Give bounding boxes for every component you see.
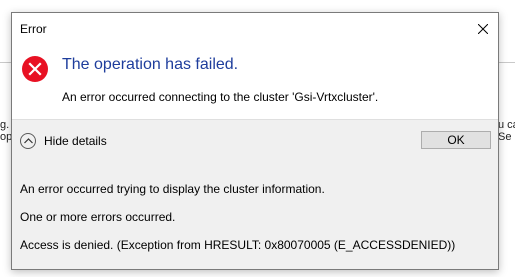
close-button[interactable] <box>468 13 498 45</box>
hide-details-label: Hide details <box>44 134 107 148</box>
background-text-right: Se <box>498 131 512 143</box>
ok-button[interactable]: OK <box>421 131 491 149</box>
close-icon <box>478 24 488 34</box>
background-text-right: u ca <box>498 119 515 131</box>
background-divider <box>497 62 515 63</box>
background-divider <box>0 62 11 63</box>
details-bar: Hide details OK <box>12 119 498 165</box>
title-bar[interactable]: Error <box>12 13 498 46</box>
error-x-circle-icon <box>22 56 48 82</box>
details-pane: An error occurred trying to display the … <box>12 164 498 269</box>
dialog-title: Error <box>20 22 47 36</box>
error-message: An error occurred connecting to the clus… <box>62 90 379 104</box>
chevron-up-icon <box>20 133 36 149</box>
error-heading: The operation has failed. <box>62 56 239 73</box>
hide-details-toggle[interactable]: Hide details <box>20 132 107 150</box>
detail-line: Access is denied. (Exception from HRESUL… <box>20 238 456 252</box>
background-text-left: g. <box>0 119 10 131</box>
error-dialog: Error The operation has failed. An error… <box>11 12 499 270</box>
detail-line: One or more errors occurred. <box>20 210 176 224</box>
detail-line: An error occurred trying to display the … <box>20 182 325 196</box>
